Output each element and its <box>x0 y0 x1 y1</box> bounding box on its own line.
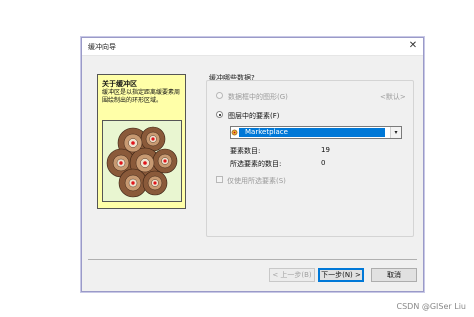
watermark: CSDN @GISer Liu <box>396 302 467 311</box>
feature-layer-icon <box>231 129 238 136</box>
title-bar: 缓冲向导 ✕ <box>82 38 423 56</box>
layer-select-value: Marketplace <box>245 128 288 136</box>
layer-features-radio[interactable] <box>216 111 223 118</box>
selected-only-checkbox[interactable] <box>216 176 223 183</box>
layer-select-value-highlight: Marketplace <box>231 128 385 137</box>
graphics-radio-label: 数据框中的图形(G) <box>228 93 288 101</box>
selected-only-label: 仅使用所选要素(S) <box>227 177 286 185</box>
cancel-button[interactable]: 取消 <box>371 268 417 282</box>
default-note: <默认> <box>380 93 406 101</box>
feature-count-value: 19 <box>321 146 330 154</box>
divider <box>88 259 417 260</box>
close-icon[interactable]: ✕ <box>408 40 418 52</box>
layer-select[interactable]: Marketplace ▾ <box>230 126 402 139</box>
window-title: 缓冲向导 <box>88 43 116 51</box>
feature-count-label: 要素数目: <box>230 147 261 155</box>
about-buffer-panel: 关于缓冲区 缓冲区是以指定距离缓要素周围绘制出的环形区域。 <box>97 74 186 209</box>
layer-features-radio-label: 图层中的要素(F) <box>228 112 280 120</box>
buffer-illustration <box>102 120 182 202</box>
back-button[interactable]: < 上一步(B) <box>269 268 315 282</box>
info-title: 关于缓冲区 <box>102 80 137 88</box>
info-description: 缓冲区是以指定距离缓要素周围绘制出的环形区域。 <box>102 89 181 104</box>
chevron-down-icon[interactable]: ▾ <box>390 127 401 138</box>
buffer-wizard-dialog: 缓冲向导 ✕ 关于缓冲区 缓冲区是以指定距离缓要素周围绘制出的环形区域。 缓冲哪… <box>81 37 424 292</box>
next-button[interactable]: 下一步(N) > <box>318 268 364 282</box>
selected-count-value: 0 <box>321 159 326 167</box>
buffer-rings-illustration <box>106 126 178 198</box>
graphics-radio[interactable] <box>216 92 223 99</box>
selected-count-label: 所选要素的数目: <box>230 160 282 168</box>
